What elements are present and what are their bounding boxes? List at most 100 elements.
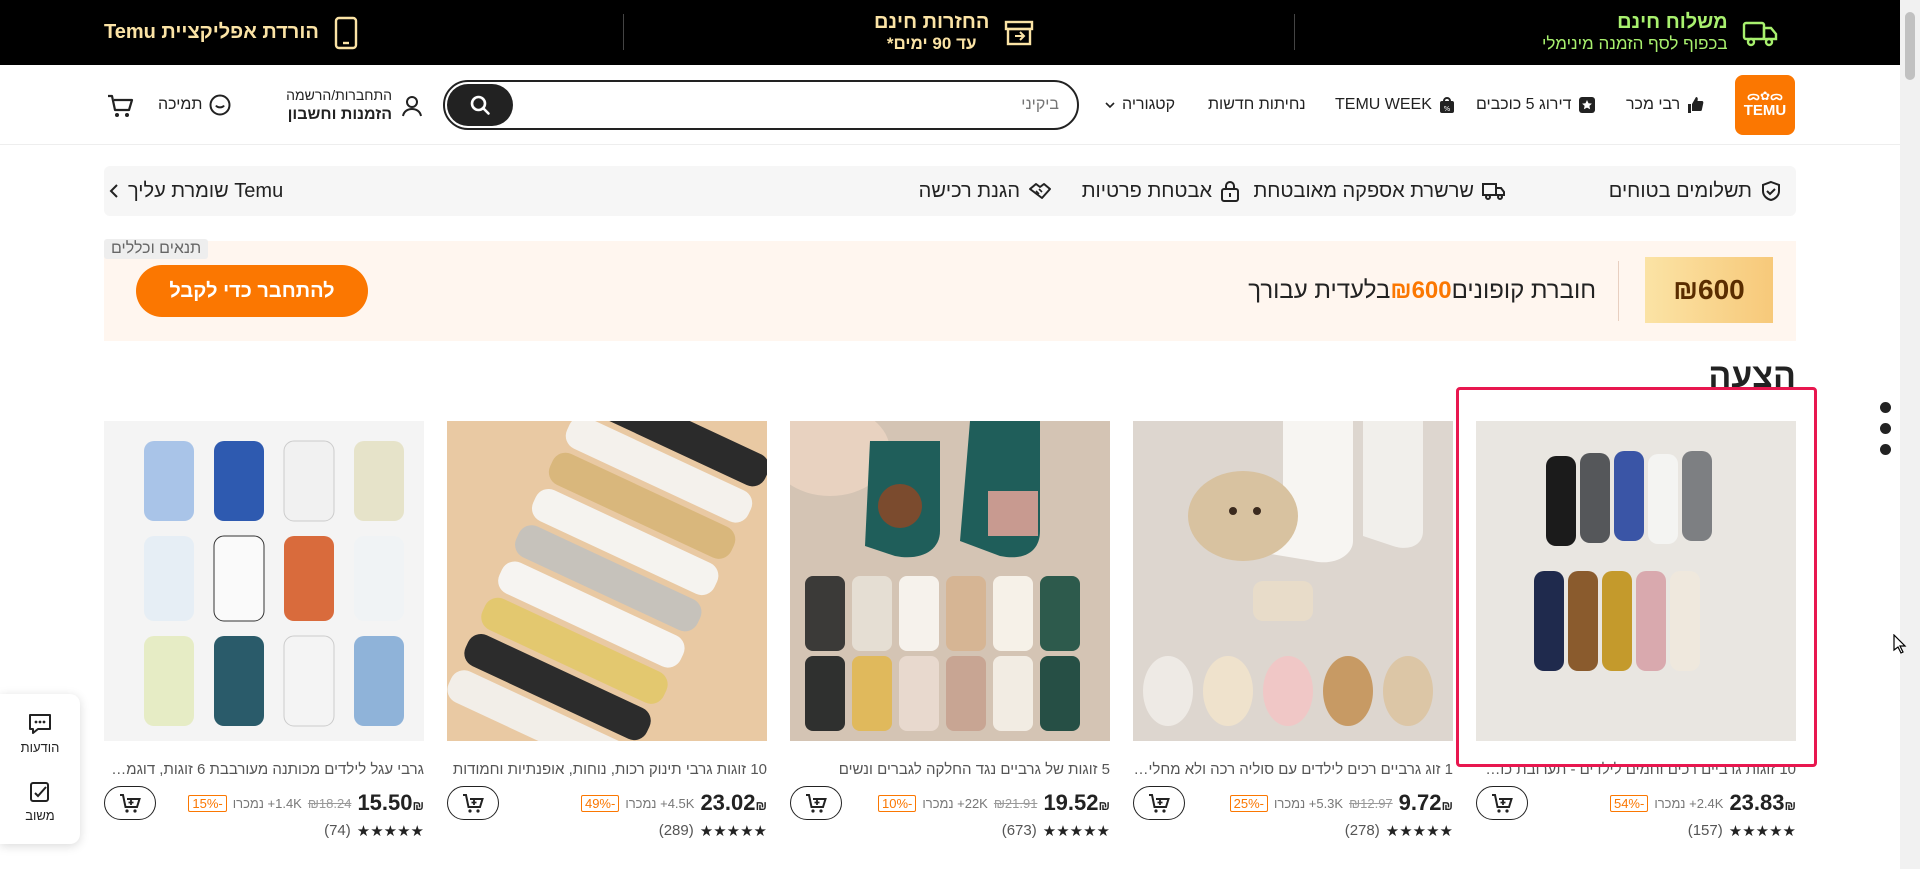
nav-best-sellers[interactable]: רבי מכר	[1626, 65, 1704, 145]
handshake-icon	[1029, 183, 1051, 199]
site-header: ᯅ✿ᯅ TEMU רבי מכר דירוג 5 כוכבים % TEMU W…	[0, 65, 1900, 145]
original-price: ₪18.24	[307, 795, 352, 811]
sold-count: 5.3K+ נמכרו	[1274, 795, 1344, 811]
product-title[interactable]: גרבי עגל לילדים מכותנה מעורבבת 6 זוגות, …	[104, 761, 424, 778]
trust-supply-chain: שרשרת אספקה מאובטחת	[1253, 166, 1506, 216]
trust-bar[interactable]: תשלומים בטוחים שרשרת אספקה מאובטחת אבטחת…	[104, 166, 1796, 216]
temu-logo[interactable]: ᯅ✿ᯅ TEMU	[1735, 75, 1795, 135]
lock-icon	[1221, 181, 1239, 202]
stars: ★★★★★	[1042, 823, 1110, 840]
price-value: 19.52	[1043, 790, 1099, 815]
price-value: 23.83	[1729, 790, 1785, 815]
feedback-button[interactable]: משוב	[0, 780, 80, 823]
logo-text: TEMU	[1743, 102, 1787, 120]
chevron-left-icon	[109, 184, 118, 198]
free-returns-promo[interactable]: החזרות חינם עד 90 ימים*	[874, 0, 1035, 65]
support-chat-icon	[209, 94, 231, 116]
free-shipping-subtitle: בכפוף לסף הזמנה מינימלי	[1542, 34, 1728, 54]
discount-badge: -25%	[1229, 794, 1268, 812]
sign-in-to-claim-button[interactable]: להתחבר כדי לקבל	[136, 265, 368, 317]
currency: ₪	[412, 798, 425, 813]
stars: ★★★★★	[1728, 823, 1796, 840]
nav-temu-week[interactable]: % TEMU WEEK	[1335, 65, 1456, 145]
free-shipping-title: משלוח חינם	[1617, 11, 1728, 34]
message-icon	[29, 714, 51, 734]
cart-button[interactable]	[106, 92, 134, 125]
stars: ★★★★★	[356, 823, 424, 840]
product-card[interactable]: 10 זוגות גרבי תינוק רכות, נוחות, אופנתיו…	[447, 421, 767, 841]
sold-count: 1.4K+ נמכרו	[232, 795, 302, 811]
product-price: 23.83₪	[1729, 790, 1796, 816]
sold-count: 4.5K+ נמכרו	[625, 795, 695, 811]
cart-icon	[108, 94, 134, 117]
messages-label: הודעות	[20, 740, 60, 755]
trust-label: תשלומים בטוחים	[1608, 179, 1752, 202]
terms-link[interactable]: תנאים וכללים	[104, 239, 209, 259]
free-returns-title: החזרות חינם	[874, 11, 990, 34]
discount-badge: -10%	[878, 794, 917, 812]
account-orders-label: הזמנות וחשבון	[287, 105, 392, 123]
free-shipping-promo[interactable]: משלוח חינם בכפוף לסף הזמנה מינימלי	[1542, 0, 1778, 65]
account-menu[interactable]: התחברות/הרשמה הזמנות וחשבון	[264, 87, 424, 125]
sold-count: 2.4K+ נמכרו	[1654, 795, 1724, 811]
product-price: 9.72₪	[1399, 790, 1453, 816]
trust-secure-payments: תשלומים בטוחים	[1609, 166, 1796, 216]
coupon-amount: ₪600	[1645, 257, 1773, 323]
truck-icon	[1482, 183, 1505, 200]
review-count: (157)	[1687, 822, 1723, 839]
scrollbar-thumb[interactable]	[1905, 12, 1915, 80]
product-image[interactable]	[447, 421, 767, 741]
add-to-cart-button[interactable]	[790, 786, 842, 820]
product-image[interactable]	[1133, 421, 1453, 741]
page-scrollbar[interactable]	[1900, 0, 1920, 869]
add-to-cart-button[interactable]	[1476, 786, 1528, 820]
nav-category[interactable]: קטגוריה	[1104, 65, 1175, 145]
product-image[interactable]	[790, 421, 1110, 741]
trust-label: אבטחת פרטיות	[1081, 179, 1212, 202]
currency: ₪	[755, 798, 768, 813]
nav-new-arrivals[interactable]: נחיתות חדשות	[1208, 65, 1306, 145]
feedback-label: משוב	[25, 808, 55, 823]
product-price: 23.02₪	[700, 790, 767, 816]
coupon-banner: ₪600 חוברת קופונים ₪600 בלעדית עבורך להת…	[104, 239, 1796, 341]
original-price: ₪12.97	[1349, 795, 1393, 811]
support-link[interactable]: תמיכה	[158, 65, 232, 145]
product-card[interactable]: 5 זוגות של גרביים נגד החלקה לגברים ונשים…	[790, 421, 1110, 841]
discount-badge: -49%	[580, 794, 620, 812]
rating: ★★★★★ (673)	[790, 822, 1110, 840]
cart-plus-icon	[120, 794, 141, 813]
dot	[1880, 423, 1891, 434]
trust-more-link[interactable]: Temu שומרת עליך	[108, 166, 283, 216]
more-options-menu[interactable]	[1880, 402, 1891, 455]
product-title[interactable]: 10 זוגות גרבי תינוק רכות, נוחות, אופנתיו…	[447, 761, 767, 778]
phone-icon	[334, 16, 358, 49]
app-download-label: הורדת אפליקציית Temu	[104, 21, 319, 43]
add-to-cart-button[interactable]	[104, 786, 156, 820]
chevron-down-icon	[1105, 102, 1115, 109]
review-count: (673)	[1001, 822, 1037, 839]
product-image[interactable]	[104, 421, 424, 741]
product-card[interactable]: גרבי עגל לילדים מכותנה מעורבבת 6 זוגות, …	[104, 421, 424, 841]
review-count: (289)	[658, 822, 694, 839]
price-value: 15.50	[357, 790, 413, 815]
product-card[interactable]: 1 זוג גרביים רכים לילדים עם סוליה רכה ול…	[1133, 421, 1453, 841]
free-returns-subtitle: עד 90 ימים*	[886, 34, 977, 54]
review-count: (278)	[1344, 822, 1380, 839]
app-download-promo[interactable]: הורדת אפליקציית Temu	[104, 0, 359, 65]
product-title[interactable]: 1 זוג גרביים רכים לילדים עם סוליה רכה ול…	[1133, 761, 1453, 778]
price-row: 23.83₪ 2.4K+ נמכרו -54%	[1476, 786, 1796, 820]
price-value: 23.02	[700, 790, 756, 815]
shield-check-icon	[1762, 180, 1780, 202]
messages-button[interactable]: הודעות	[0, 712, 80, 755]
search-input[interactable]	[539, 92, 1059, 118]
search-button[interactable]	[447, 84, 513, 126]
svg-text:%: %	[1444, 105, 1451, 113]
rating: ★★★★★ (289)	[447, 822, 767, 840]
nav-five-star[interactable]: דירוג 5 כוכבים	[1476, 65, 1596, 145]
product-title[interactable]: 5 זוגות של גרביים נגד החלקה לגברים ונשים	[790, 761, 1110, 778]
add-to-cart-button[interactable]	[1133, 786, 1185, 820]
divider	[1618, 261, 1619, 321]
dot	[1880, 402, 1891, 413]
shopping-bag-icon: %	[1439, 97, 1454, 113]
add-to-cart-button[interactable]	[447, 786, 499, 820]
